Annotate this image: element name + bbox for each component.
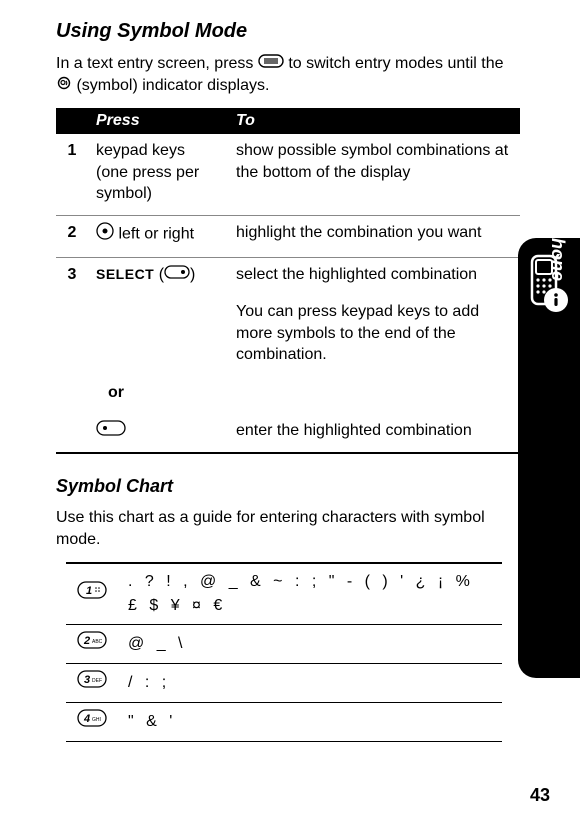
chart-row: 4GHI " & ' xyxy=(66,703,502,742)
step-to: highlight the combination you want xyxy=(228,216,520,258)
page-number: 43 xyxy=(530,785,550,806)
steps-table: Press To 1 keypad keys (one press per sy… xyxy=(56,108,520,454)
svg-text:4: 4 xyxy=(83,713,90,725)
step-number: 2 xyxy=(56,216,88,258)
step-to: show possible symbol combinations at the… xyxy=(228,134,520,215)
svg-text:GHI: GHI xyxy=(92,717,101,723)
intro-text-1: In a text entry screen, press xyxy=(56,55,258,72)
table-header-to: To xyxy=(228,108,520,134)
symbol-chart-table: 1 . ? ! , @ _ & ~ : ; " - ( ) ' ¿ ¡ % £ … xyxy=(66,562,502,742)
step-to: select the highlighted combination xyxy=(228,257,520,295)
keycap-2-icon: 2ABC xyxy=(77,631,107,657)
table-header-press: Press xyxy=(88,108,228,134)
step-number: 1 xyxy=(56,134,88,215)
step-press: left or right xyxy=(88,216,228,258)
intro-paragraph: In a text entry screen, press to switch … xyxy=(56,53,520,96)
table-header-blank xyxy=(56,108,88,134)
chart-keycap: 1 xyxy=(66,563,118,625)
chart-row: 2ABC @ _ \ xyxy=(66,625,502,664)
chart-intro: Use this chart as a guide for entering c… xyxy=(56,507,520,550)
chart-symbols: " & ' xyxy=(118,703,502,742)
chart-symbols: / : ; xyxy=(118,664,502,703)
keycap-3-icon: 3DEF xyxy=(77,670,107,696)
chart-symbols: . ? ! , @ _ & ~ : ; " - ( ) ' ¿ ¡ % £ $ … xyxy=(118,563,502,625)
chart-symbols: @ _ \ xyxy=(118,625,502,664)
select-key-label: SELECT xyxy=(96,266,154,282)
step-number: 3 xyxy=(56,257,88,295)
step-to: enter the highlighted combination xyxy=(228,414,520,454)
step-note: You can press keypad keys to add more sy… xyxy=(228,295,520,376)
chart-keycap: 4GHI xyxy=(66,703,118,742)
intro-text-2: to switch entry modes until the xyxy=(288,55,503,72)
symbol-indicator-icon xyxy=(56,75,72,97)
svg-text:DEF: DEF xyxy=(92,678,102,684)
chart-keycap: 2ABC xyxy=(66,625,118,664)
step-press xyxy=(88,414,228,454)
step-press-text: left or right xyxy=(118,226,194,243)
or-label: or xyxy=(88,376,228,414)
svg-text:1: 1 xyxy=(86,585,92,597)
right-softkey-icon xyxy=(164,264,190,286)
intro-text-3: (symbol) indicator displays. xyxy=(76,77,269,94)
chart-keycap: 3DEF xyxy=(66,664,118,703)
chart-title: Symbol Chart xyxy=(56,476,520,497)
paren-close: ) xyxy=(190,266,195,283)
svg-text:2: 2 xyxy=(83,635,90,647)
chart-row: 3DEF / : ; xyxy=(66,664,502,703)
step-press: keypad keys (one press per symbol) xyxy=(88,134,228,215)
left-softkey-icon xyxy=(96,420,126,443)
nav-key-icon xyxy=(96,222,114,247)
menu-key-icon xyxy=(258,53,284,75)
chart-row: 1 . ? ! , @ _ & ~ : ; " - ( ) ' ¿ ¡ % £ … xyxy=(66,563,502,625)
keycap-4-icon: 4GHI xyxy=(77,709,107,735)
svg-text:3: 3 xyxy=(84,674,90,686)
keycap-1-icon: 1 xyxy=(77,581,107,607)
section-title: Using Symbol Mode xyxy=(56,20,520,43)
svg-text:ABC: ABC xyxy=(92,639,103,645)
side-chapter-label: Learning to Use Your Phone xyxy=(547,40,568,360)
step-press: SELECT () xyxy=(88,257,228,295)
